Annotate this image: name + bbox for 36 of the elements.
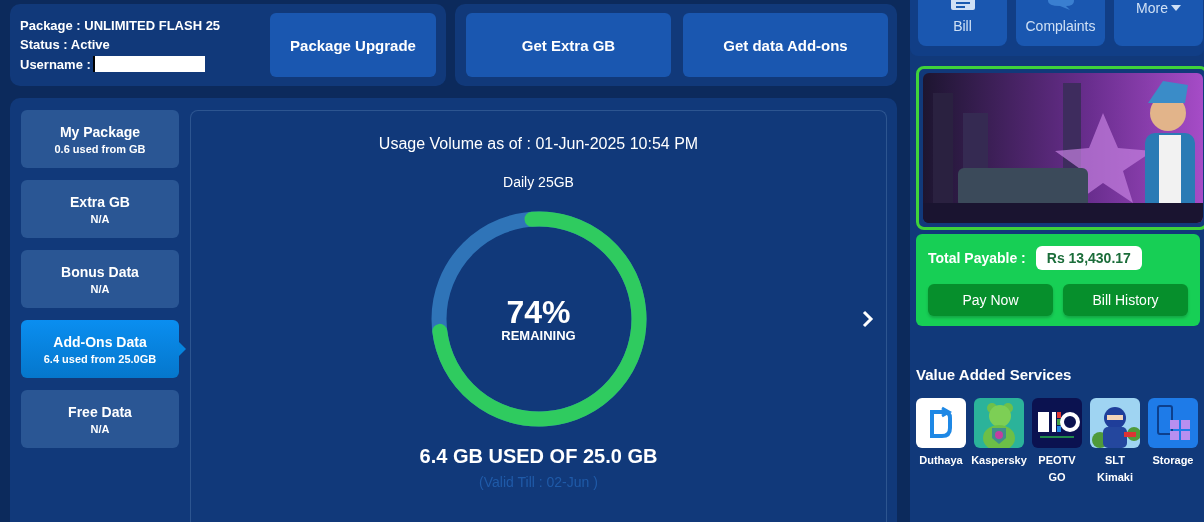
chat-icon (1045, 0, 1076, 10)
selection-pointer (179, 342, 186, 356)
caret-icon (1170, 5, 1181, 11)
usage-summary: 6.4 GB USED OF 25.0 GB (419, 445, 658, 468)
document-icon (950, 0, 975, 10)
username-label: Username : (20, 56, 91, 72)
billing-button[interactable]: Bill History (1063, 284, 1188, 316)
storage-grid-icon[interactable] (1148, 398, 1198, 448)
data-type-tab[interactable]: Free Data N/A (21, 390, 179, 448)
amount-text: Rs 13,430.17 (1035, 246, 1142, 270)
section-title: Value Added Services (916, 366, 1073, 383)
status-text: Status : Active (20, 37, 111, 52)
billing-button[interactable]: Pay Now (928, 284, 1053, 316)
data-action-button[interactable]: Get data Add-ons (683, 13, 888, 77)
total-payable-label: Total Payable : (928, 250, 1026, 266)
tv-logo-icon[interactable] (1032, 398, 1082, 448)
quick-link-button[interactable]: More (1114, 0, 1203, 46)
quick-link-button[interactable]: Complaints (1016, 0, 1105, 46)
service-name: Storage (1151, 453, 1195, 468)
package-upgrade-button[interactable]: Package Upgrade (270, 13, 436, 77)
plan-name: Daily 25GB (503, 174, 574, 190)
service-name: SLT Kimaki (1095, 453, 1135, 485)
data-type-tab[interactable]: Extra GB N/A (21, 180, 179, 238)
data-action-button[interactable]: Get Extra GB (466, 13, 671, 77)
ninja-icon[interactable] (1090, 398, 1140, 448)
data-type-tab[interactable]: Bonus Data N/A (21, 250, 179, 308)
percent-text: 74% (506, 295, 571, 328)
service-name: PEOTV GO (1037, 453, 1077, 485)
package-text: Package : UNLIMITED FLASH 25 (20, 18, 221, 33)
service-name: Duthaya (918, 453, 964, 468)
usage-heading: Usage Volume as of : 01-Jun-2025 10:54 PM (378, 135, 699, 153)
data-type-tab[interactable]: My Package 0.6 used from GB (21, 110, 179, 168)
data-type-tab[interactable]: Add-Ons Data 6.4 used from 25.0GB (21, 320, 179, 378)
service-name: Kaspersky (971, 453, 1027, 468)
quick-link-button[interactable]: Bill (918, 0, 1007, 46)
remaining-label: REMAINING (501, 327, 576, 343)
